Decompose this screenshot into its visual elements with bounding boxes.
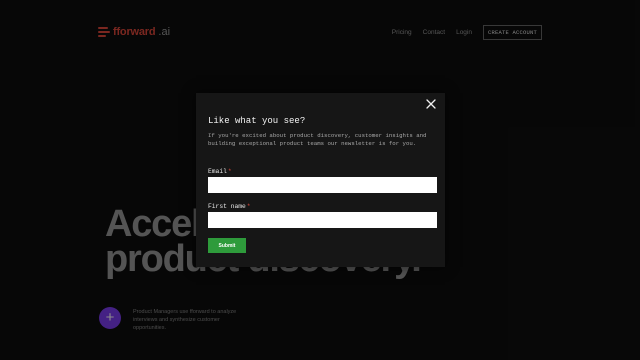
email-field[interactable] xyxy=(208,177,437,193)
close-icon[interactable] xyxy=(425,98,437,110)
required-marker: * xyxy=(246,203,251,210)
email-label: Email* xyxy=(208,168,232,175)
modal-description: If you're excited about product discover… xyxy=(208,132,427,148)
first-name-label-text: First name xyxy=(208,203,246,210)
newsletter-modal: Like what you see? If you're excited abo… xyxy=(196,93,445,267)
email-label-text: Email xyxy=(208,168,227,175)
required-marker: * xyxy=(227,168,232,175)
first-name-label: First name* xyxy=(208,203,251,210)
modal-title: Like what you see? xyxy=(208,116,306,126)
first-name-field[interactable] xyxy=(208,212,437,228)
submit-button[interactable]: Submit xyxy=(208,238,246,253)
